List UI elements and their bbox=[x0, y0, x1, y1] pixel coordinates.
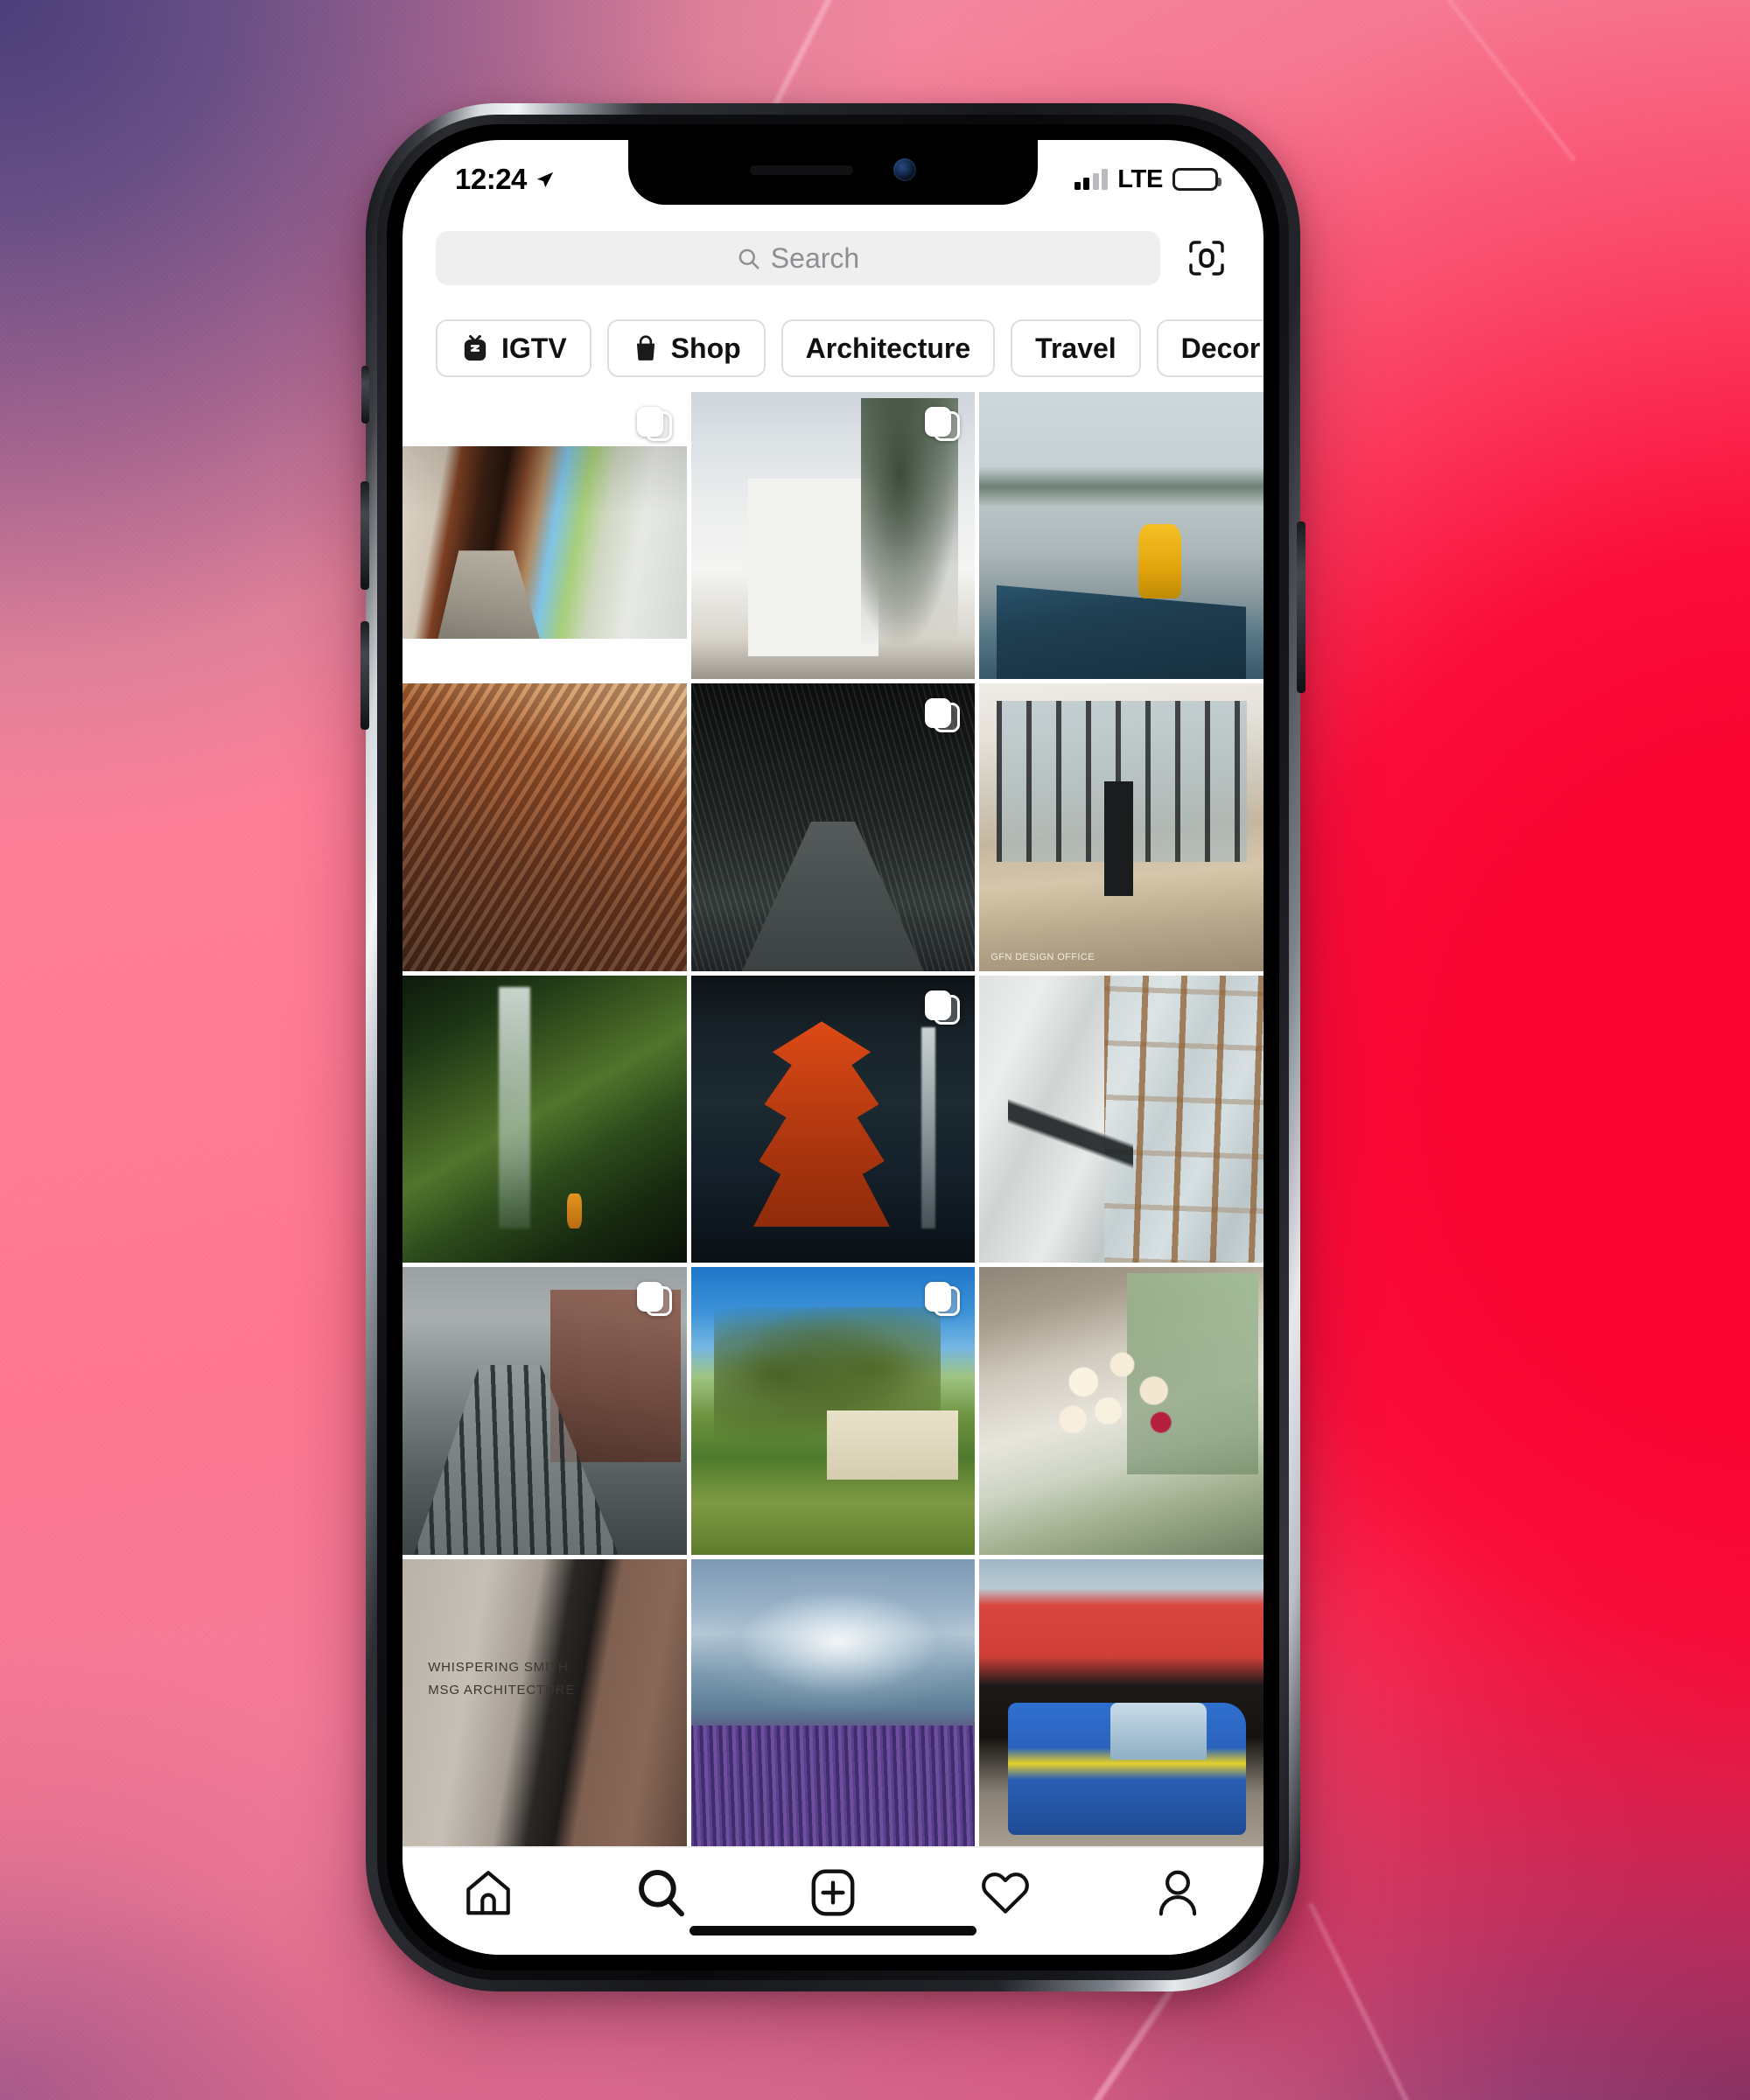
post-thumbnail bbox=[979, 683, 1264, 971]
phone-device-mockup: 12:24 LTE Search IGTV Shop Architecture … bbox=[360, 103, 1306, 1992]
post-thumbnail bbox=[402, 446, 687, 640]
plus-square-icon bbox=[811, 1869, 855, 1916]
post-eucalyptus-trees-lawn[interactable] bbox=[690, 1267, 976, 1555]
location-arrow-icon bbox=[536, 172, 553, 187]
chip-travel[interactable]: Travel bbox=[1011, 319, 1141, 377]
bottom-tab-bar[interactable] bbox=[402, 1846, 1264, 1955]
post-thumbnail bbox=[979, 1558, 1264, 1846]
post-white-modern-gallery[interactable] bbox=[690, 392, 976, 680]
explore-photo-grid[interactable]: GFN DESIGN OFFICE WHISPERING SMITH MSG AR… bbox=[402, 392, 1264, 1846]
home-icon bbox=[466, 1871, 511, 1915]
chip-label: Decor bbox=[1180, 332, 1261, 364]
post-office-wall-signage[interactable]: WHISPERING SMITH MSG ARCHITECTURE bbox=[402, 1558, 687, 1846]
chip-igtv[interactable]: IGTV bbox=[436, 319, 592, 377]
post-thumbnail: WHISPERING SMITH MSG ARCHITECTURE bbox=[402, 1558, 687, 1846]
post-vessel-copper-staircase[interactable] bbox=[402, 683, 687, 971]
cellular-bars-icon bbox=[1074, 169, 1109, 190]
chip-decor[interactable]: Decor bbox=[1156, 319, 1264, 377]
carousel-stack-icon bbox=[925, 407, 961, 442]
search-icon bbox=[738, 248, 760, 269]
phone-notch bbox=[628, 140, 1038, 205]
tab-home[interactable] bbox=[436, 1862, 541, 1923]
chip-architecture[interactable]: Architecture bbox=[780, 319, 996, 377]
post-thumbnail bbox=[979, 392, 1264, 680]
post-thumbnail bbox=[979, 975, 1264, 1264]
scan-code-icon bbox=[1189, 241, 1224, 276]
speaker-grille-icon bbox=[750, 164, 853, 175]
carousel-stack-icon bbox=[925, 698, 961, 733]
post-modern-dining-fireplace[interactable]: GFN DESIGN OFFICE bbox=[979, 683, 1264, 971]
home-indicator-bar[interactable] bbox=[690, 1926, 976, 1936]
heart-icon bbox=[981, 1872, 1029, 1914]
post-glass-corridor-staircase[interactable] bbox=[979, 975, 1264, 1264]
chip-label: Architecture bbox=[805, 332, 971, 364]
volume-down-button[interactable] bbox=[360, 621, 369, 730]
post-yellow-raincoat-boat-lake[interactable] bbox=[979, 392, 1264, 680]
post-thumbnail bbox=[979, 1267, 1264, 1555]
mute-switch-button[interactable] bbox=[361, 366, 369, 424]
power-button[interactable] bbox=[1297, 522, 1306, 693]
post-thumbnail bbox=[402, 975, 687, 1264]
tab-search[interactable] bbox=[608, 1862, 713, 1923]
network-type-label: LTE bbox=[1117, 164, 1163, 193]
post-lupine-field-storm-clouds[interactable] bbox=[690, 1558, 976, 1846]
person-icon bbox=[1158, 1870, 1196, 1916]
front-camera-icon bbox=[893, 158, 916, 181]
chip-shop[interactable]: Shop bbox=[606, 319, 766, 377]
search-placeholder: Search bbox=[770, 242, 860, 274]
post-roses-tea-table-window[interactable] bbox=[979, 1267, 1264, 1555]
post-wooden-stairway-interior[interactable] bbox=[402, 392, 687, 680]
wall-signage-text: WHISPERING SMITH MSG ARCHITECTURE bbox=[428, 1660, 576, 1698]
post-mossy-canyon-waterfall[interactable] bbox=[402, 975, 687, 1264]
status-bar-clock: 12:24 bbox=[455, 163, 527, 195]
category-chip-row[interactable]: IGTV Shop Architecture Travel Decor bbox=[402, 312, 1264, 385]
carousel-stack-icon bbox=[636, 407, 672, 442]
magnifier-icon bbox=[639, 1870, 685, 1917]
phone-screen: 12:24 LTE Search IGTV Shop Architecture … bbox=[402, 140, 1264, 1955]
scan-code-button[interactable] bbox=[1180, 231, 1234, 285]
post-thumbnail bbox=[402, 683, 687, 971]
carousel-stack-icon bbox=[925, 990, 961, 1026]
post-bw-forest-road-van[interactable] bbox=[690, 683, 976, 971]
photo-watermark-text: GFN DESIGN OFFICE bbox=[990, 951, 1095, 962]
chip-label: Shop bbox=[670, 332, 741, 364]
volume-up-button[interactable] bbox=[360, 481, 369, 590]
igtv-icon bbox=[464, 334, 486, 361]
battery-icon bbox=[1172, 168, 1222, 191]
search-header: Search bbox=[402, 231, 1264, 285]
post-japanese-pagoda-waterfall[interactable] bbox=[690, 975, 976, 1264]
chip-label: IGTV bbox=[501, 332, 567, 364]
tab-create[interactable] bbox=[780, 1862, 886, 1923]
carousel-stack-icon bbox=[636, 1282, 672, 1317]
shopping-bag-icon bbox=[636, 335, 654, 360]
search-input[interactable]: Search bbox=[436, 231, 1160, 285]
carousel-stack-icon bbox=[925, 1282, 961, 1317]
phone-frame-inner: 12:24 LTE Search IGTV Shop Architecture … bbox=[377, 115, 1289, 1980]
chip-label: Travel bbox=[1035, 332, 1116, 364]
tab-profile[interactable] bbox=[1125, 1862, 1230, 1923]
status-bar-right: LTE bbox=[1074, 164, 1222, 194]
post-thumbnail bbox=[690, 1558, 976, 1846]
status-bar-left: 12:24 bbox=[455, 163, 555, 196]
post-railway-track-workers[interactable] bbox=[402, 1267, 687, 1555]
tab-activity[interactable] bbox=[953, 1862, 1058, 1923]
post-blue-pickup-red-building[interactable] bbox=[979, 1558, 1264, 1846]
phone-bezel: 12:24 LTE Search IGTV Shop Architecture … bbox=[387, 124, 1279, 1970]
